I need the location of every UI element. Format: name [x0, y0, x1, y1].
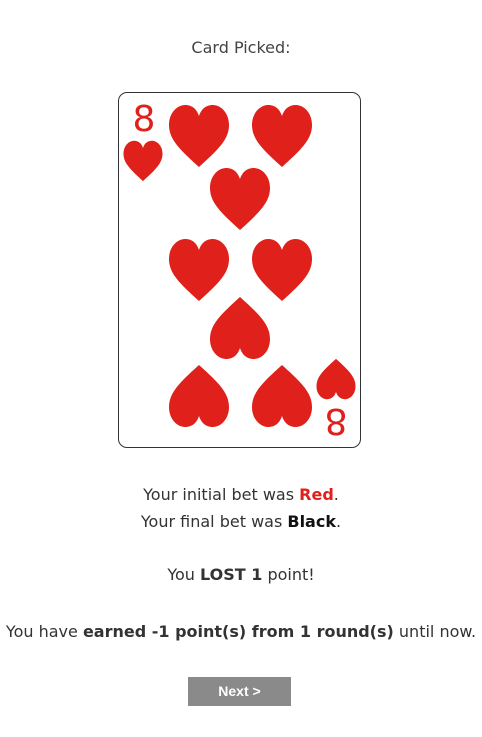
initial-bet-prefix: Your initial bet was — [143, 485, 300, 504]
pip-heart-icon — [169, 239, 229, 301]
final-bet-prefix: Your final bet was — [140, 512, 288, 531]
pip-heart-icon — [169, 105, 229, 167]
playing-card: 8 8 — [118, 92, 361, 448]
final-bet-value: Black — [287, 512, 336, 531]
round-result: You LOST 1 point! — [0, 565, 482, 584]
final-bet-suffix: . — [335, 512, 342, 531]
suit-bottom-right-heart-icon — [316, 358, 356, 400]
earned-value: earned -1 point(s) from 1 round(s) — [82, 622, 394, 641]
suit-top-left-heart-icon — [123, 140, 163, 182]
initial-bet-line: Your initial bet was Red. — [0, 481, 482, 508]
next-button[interactable]: Next > — [188, 677, 291, 706]
card-picked-heading: Card Picked: — [191, 38, 291, 57]
initial-bet-value: Red — [299, 485, 334, 504]
pip-heart-icon — [210, 297, 270, 359]
rank-bottom-right: 8 — [325, 400, 348, 441]
final-bet-line: Your final bet was Black. — [0, 508, 482, 535]
bet-summary: Your initial bet was Red. Your final bet… — [0, 481, 482, 535]
initial-bet-suffix: . — [333, 485, 339, 504]
result-outcome: LOST 1 — [199, 565, 263, 584]
pip-heart-icon — [252, 239, 312, 301]
pip-heart-icon — [169, 365, 229, 427]
rank-top-left: 8 — [133, 99, 156, 140]
earned-suffix: until now. — [393, 622, 477, 641]
result-suffix: point! — [262, 565, 315, 584]
pip-heart-icon — [252, 105, 312, 167]
earned-prefix: You have — [5, 622, 83, 641]
result-prefix: You — [167, 565, 200, 584]
total-earned: You have earned -1 point(s) from 1 round… — [0, 622, 482, 641]
pip-heart-icon — [210, 168, 270, 230]
card-face: 8 8 — [123, 99, 356, 441]
pip-heart-icon — [252, 365, 312, 427]
